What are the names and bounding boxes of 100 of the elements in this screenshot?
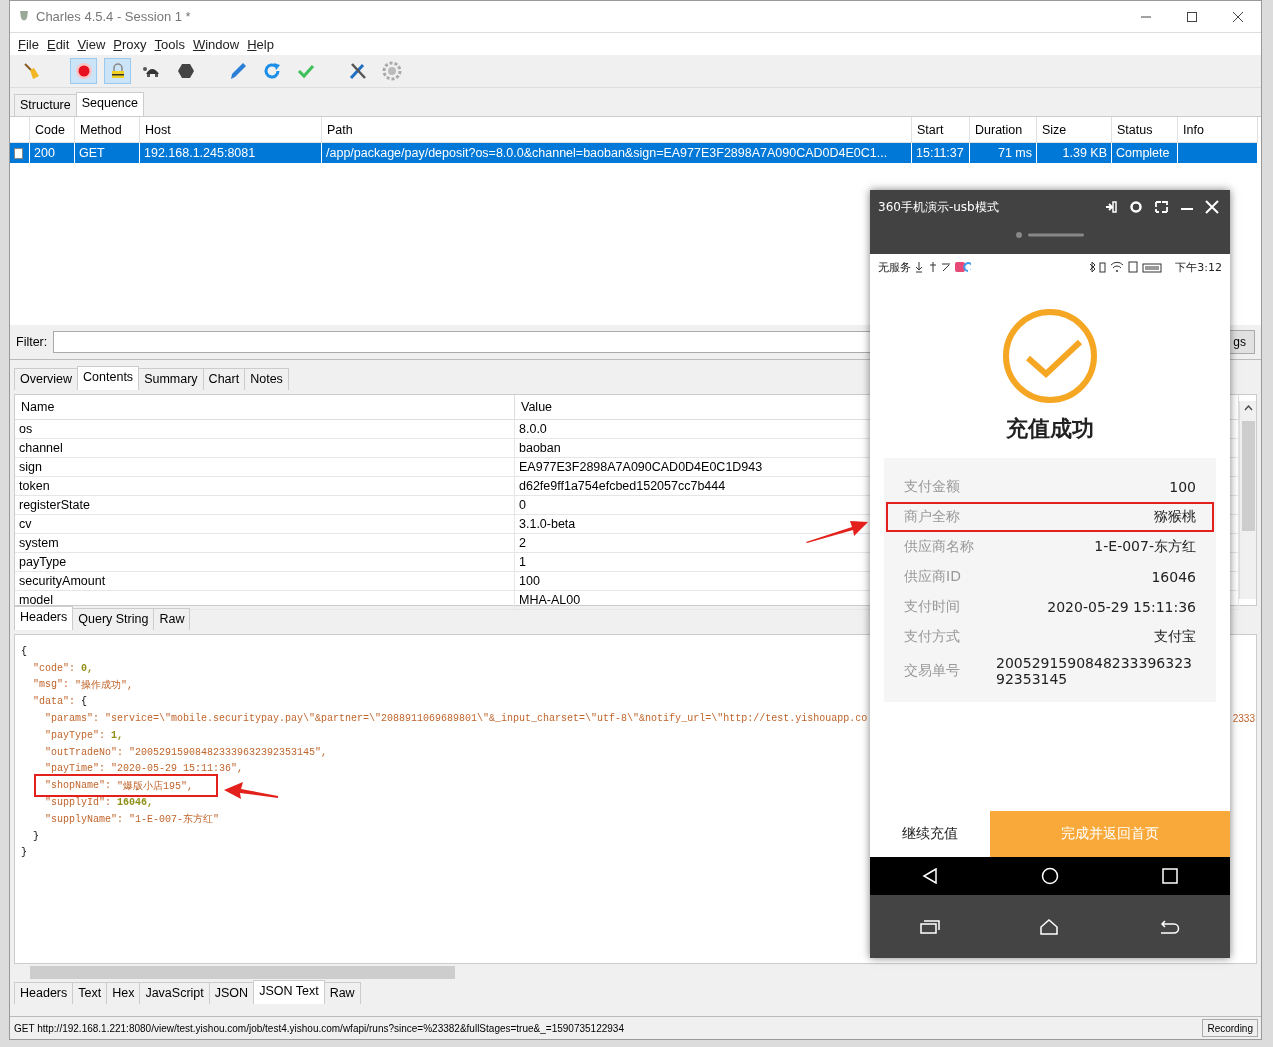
table-row[interactable] xyxy=(10,143,30,163)
table-cell: Complete xyxy=(1112,143,1178,163)
json-key: "code": xyxy=(33,662,75,674)
json-key: "supplyName": xyxy=(45,813,123,825)
json-key: "payTime": xyxy=(45,763,105,775)
menu-item[interactable]: Window xyxy=(188,36,244,52)
pen-icon xyxy=(228,62,247,80)
table-cell: channel xyxy=(15,439,515,458)
tab[interactable]: JSON Text xyxy=(253,980,325,1004)
table-cell: 1.39 KB xyxy=(1037,143,1112,163)
json-key: "shopName": xyxy=(45,780,111,792)
annotation-arrow xyxy=(224,782,278,799)
annotation-arrow xyxy=(806,521,868,543)
overview-icon[interactable] xyxy=(1162,868,1179,884)
home-icon[interactable] xyxy=(1041,867,1059,885)
record-icon xyxy=(74,62,93,80)
table-cell: cv xyxy=(15,515,515,534)
menu-item[interactable]: Edit xyxy=(42,36,74,52)
table-cell: os xyxy=(15,420,515,439)
status-text: GET http://192.168.1.221:8080/view/test.yishou.com/job/test4.yishou.com/wfapi/runs?since=%23382&fullStages=true&_=1590735122934 xyxy=(14,1022,624,1034)
window-title: Charles 4.5.4 - Session 1 * xyxy=(36,9,191,24)
maximize-icon xyxy=(1187,11,1197,22)
json-key: "outTradeNo": xyxy=(45,746,123,758)
table-cell: system xyxy=(15,534,515,553)
json-value: 16046, xyxy=(117,797,154,809)
tab[interactable]: Headers xyxy=(14,606,74,630)
refresh-icon xyxy=(262,62,281,80)
tab[interactable]: Raw xyxy=(323,982,361,1004)
table-cell: 200 xyxy=(30,143,75,163)
detail-value: 1-E-007-东方红 xyxy=(1094,538,1196,556)
json-value: "service=\"mobile.securitypay.pay\"&partner=\"2088911069689801\"&_input_charset=\"utf-8\"&notify_url=\"http://test.yishouapp.co xyxy=(105,713,868,725)
document-icon xyxy=(14,147,23,159)
tab[interactable]: Contents xyxy=(77,366,140,390)
detail-value: 100 xyxy=(1169,479,1196,495)
status-icons-drawing xyxy=(915,261,971,273)
tab[interactable]: Overview xyxy=(14,368,79,390)
json-value: "爆版小店195", xyxy=(117,779,194,793)
tab[interactable]: Raw xyxy=(153,608,191,630)
mirror-window-title: 360手机演示-usb模式 xyxy=(878,198,999,216)
back-icon[interactable] xyxy=(1158,919,1181,934)
tab[interactable]: Notes xyxy=(244,368,289,390)
table-cell: sign xyxy=(15,458,515,477)
json-value: 0, xyxy=(81,662,94,674)
filter-label: Filter: xyxy=(16,335,48,349)
json-key: "params": xyxy=(45,713,99,725)
table-cell: token xyxy=(15,477,515,496)
json-brace: { xyxy=(21,645,27,657)
detail-label: 支付方式 xyxy=(904,628,961,646)
recent-apps-icon[interactable] xyxy=(919,919,940,934)
detail-label: 交易单号 xyxy=(904,662,961,680)
json-value: "2020-05-29 15:11:36", xyxy=(111,763,244,775)
home-icon[interactable] xyxy=(1039,918,1059,935)
table-cell: GET xyxy=(75,143,140,163)
carrier-text: 无服务 xyxy=(878,259,911,275)
menu-item[interactable]: Help xyxy=(243,36,278,52)
detail-value: 200529159084823339632392353145 xyxy=(996,655,1193,687)
success-check-icon xyxy=(1002,308,1098,404)
tab[interactable]: Sequence xyxy=(75,92,145,116)
json-brace: } xyxy=(21,847,27,859)
json-value: 2333 xyxy=(1232,713,1255,725)
window-controls-drawing[interactable] xyxy=(1104,200,1222,214)
json-value: { xyxy=(81,696,88,708)
table-cell: payType xyxy=(15,553,515,572)
detail-label: 支付金额 xyxy=(904,478,961,496)
table-cell: securityAmount xyxy=(15,572,515,591)
gear-icon xyxy=(381,61,402,81)
scroll-up-icon[interactable] xyxy=(1243,405,1253,411)
drag-handle-icon[interactable] xyxy=(1016,232,1084,238)
recording-button[interactable]: Recording xyxy=(1202,1019,1258,1037)
json-key: "data": xyxy=(33,696,75,708)
detail-value: 16046 xyxy=(1151,569,1196,585)
table-cell: registerState xyxy=(15,496,515,515)
json-value: 1, xyxy=(111,729,124,741)
table-cell: 15:11:37 xyxy=(912,143,970,163)
json-value: "1-E-007-东方红" xyxy=(129,812,220,827)
detail-label: 供应商名称 xyxy=(904,538,975,556)
menu-item[interactable]: View xyxy=(73,36,110,52)
clock-text: 下午3:12 xyxy=(1175,259,1222,275)
scrollbar[interactable] xyxy=(1239,401,1256,599)
menu-item[interactable]: Tools xyxy=(150,36,189,52)
json-value: "操作成功", xyxy=(75,678,134,692)
menu-item[interactable]: File xyxy=(14,36,43,52)
json-brace: } xyxy=(33,830,39,842)
table-cell: /app/package/pay/deposit?os=8.0.0&channel=baoban&sign=EA977E3F2898A7A090CAD0D4E0C1... xyxy=(322,143,912,163)
tab[interactable]: Structure xyxy=(14,94,77,116)
broom-icon xyxy=(22,62,41,80)
table-cell: 71 ms xyxy=(970,143,1037,163)
hexagon-icon xyxy=(176,62,195,80)
menu-item[interactable]: Proxy xyxy=(109,36,151,52)
json-key: "supplyId": xyxy=(45,797,111,809)
json-key: "msg": xyxy=(33,679,69,691)
check-icon xyxy=(296,62,315,80)
json-value: "200529159084823339632392353145", xyxy=(129,746,328,758)
column-header[interactable]: Name xyxy=(15,395,515,420)
close-icon xyxy=(1233,11,1243,22)
json-key: "payType": xyxy=(45,729,105,741)
back-icon[interactable] xyxy=(921,868,938,884)
detail-value: 支付宝 xyxy=(1154,628,1196,646)
tab[interactable]: Headers xyxy=(14,982,74,1004)
table-cell: 192.168.1.245:8081 xyxy=(140,143,322,163)
